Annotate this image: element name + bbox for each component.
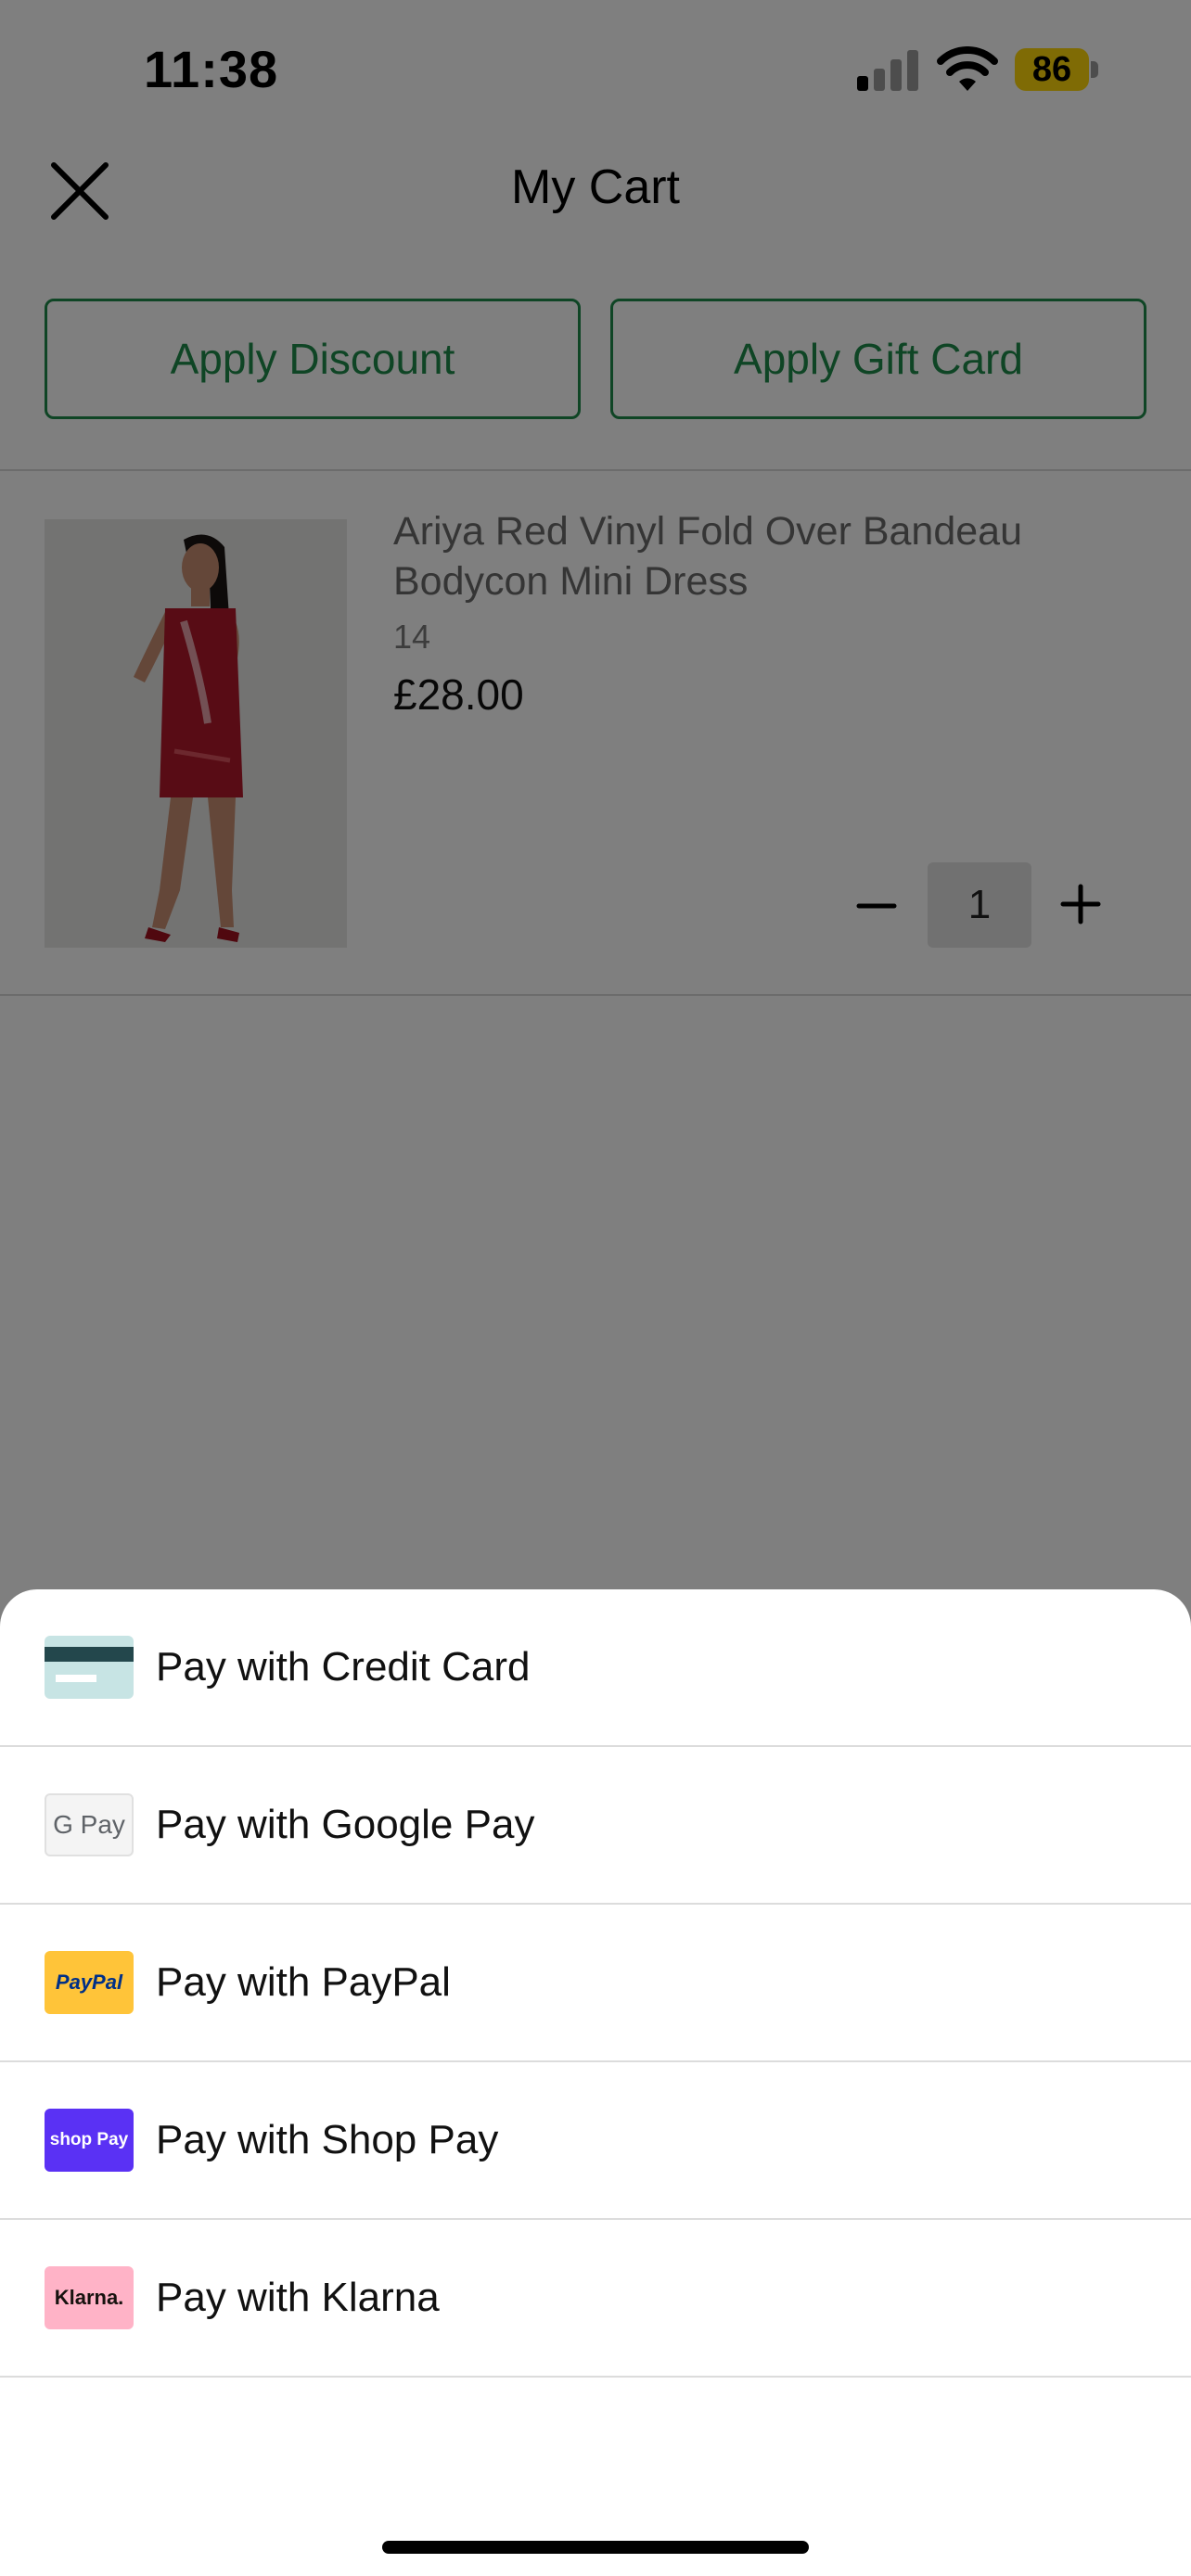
pay-klarna-option[interactable]: Klarna. Pay with Klarna (0, 2220, 1191, 2378)
google-pay-icon-text: G Pay (53, 1810, 125, 1839)
pay-google-pay-option[interactable]: G Pay Pay with Google Pay (0, 1747, 1191, 1905)
shop-pay-icon-text: shop Pay (49, 2130, 129, 2149)
pay-option-label: Pay with Shop Pay (156, 2117, 499, 2162)
klarna-icon-text: Klarna. (54, 2286, 124, 2309)
shop-pay-icon: shop Pay (45, 2109, 134, 2172)
pay-shop-pay-option[interactable]: shop Pay Pay with Shop Pay (0, 2062, 1191, 2220)
paypal-icon-text: PayPal (55, 1970, 123, 1994)
home-indicator[interactable] (382, 2541, 809, 2554)
klarna-icon: Klarna. (45, 2266, 134, 2329)
pay-option-label: Pay with PayPal (156, 1959, 451, 2005)
google-pay-icon: G Pay (45, 1793, 134, 1856)
payment-options-sheet: Pay with Credit Card G Pay Pay with Goog… (0, 1589, 1191, 2576)
pay-credit-card-option[interactable]: Pay with Credit Card (0, 1589, 1191, 1747)
pay-option-label: Pay with Google Pay (156, 1802, 535, 1847)
pay-option-label: Pay with Credit Card (156, 1644, 531, 1690)
pay-option-label: Pay with Klarna (156, 2275, 440, 2320)
pay-paypal-option[interactable]: PayPal Pay with PayPal (0, 1905, 1191, 2062)
paypal-icon: PayPal (45, 1951, 134, 2014)
credit-card-icon (45, 1636, 134, 1699)
